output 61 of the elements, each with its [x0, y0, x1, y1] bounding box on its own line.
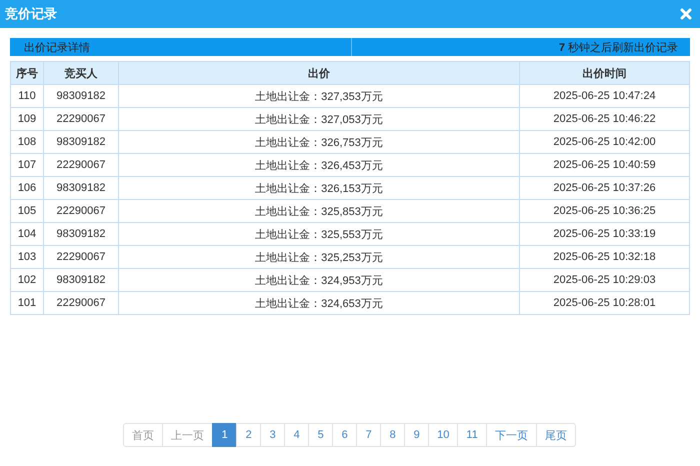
- table-cell: 2025-06-25 10:33:19: [520, 222, 690, 246]
- table-cell: 2025-06-25 10:47:24: [520, 84, 690, 108]
- page-button[interactable]: 2: [236, 423, 262, 447]
- table-cell: 22290067: [44, 108, 118, 130]
- table-cell: 土地出让金：325,253万元: [118, 246, 520, 268]
- table-cell: 土地出让金：325,853万元: [118, 200, 520, 222]
- table-cell: 2025-06-25 10:28:01: [520, 292, 690, 314]
- table-cell: 109: [10, 108, 44, 130]
- table-cell: 98309182: [44, 176, 118, 200]
- table-cell: 102: [10, 268, 44, 292]
- table-cell: 土地出让金：327,053万元: [118, 108, 520, 130]
- page-button[interactable]: 5: [308, 423, 334, 447]
- table-cell: 104: [10, 222, 44, 246]
- table-cell: 土地出让金：326,453万元: [118, 154, 520, 176]
- column-header: 竞买人: [44, 62, 118, 84]
- column-header: 序号: [10, 62, 44, 84]
- page-button[interactable]: 尾页: [536, 423, 576, 447]
- page-button[interactable]: 6: [332, 423, 358, 447]
- table-cell: 98309182: [44, 130, 118, 154]
- table-cell: 2025-06-25 10:32:18: [520, 246, 690, 268]
- table-cell: 土地出让金：324,953万元: [118, 268, 520, 292]
- table-cell: 98309182: [44, 268, 118, 292]
- table-cell: 98309182: [44, 222, 118, 246]
- table-cell: 22290067: [44, 200, 118, 222]
- table-cell: 2025-06-25 10:40:59: [520, 154, 690, 176]
- info-title: 出价记录详情: [24, 40, 90, 54]
- table-cell: 108: [10, 130, 44, 154]
- close-icon[interactable]: [680, 8, 692, 20]
- page-button[interactable]: 9: [404, 423, 430, 447]
- table-cell: 土地出让金：324,653万元: [118, 292, 520, 314]
- table-cell: 106: [10, 176, 44, 200]
- table-cell: 98309182: [44, 84, 118, 108]
- table-cell: 22290067: [44, 292, 118, 314]
- table-cell: 2025-06-25 10:42:00: [520, 130, 690, 154]
- table-cell: 土地出让金：326,153万元: [118, 176, 520, 200]
- column-header: 出价: [118, 62, 520, 84]
- page-button[interactable]: 8: [380, 423, 406, 447]
- table-cell: 22290067: [44, 246, 118, 268]
- table-cell: 2025-06-25 10:29:03: [520, 268, 690, 292]
- page-button[interactable]: 4: [284, 423, 310, 447]
- table-cell: 2025-06-25 10:37:26: [520, 176, 690, 200]
- table-cell: 22290067: [44, 154, 118, 176]
- table-cell: 105: [10, 200, 44, 222]
- table-cell: 土地出让金：327,353万元: [118, 84, 520, 108]
- table-cell: 土地出让金：325,553万元: [118, 222, 520, 246]
- page-button[interactable]: 下一页: [486, 423, 537, 447]
- page-button[interactable]: 7: [356, 423, 382, 447]
- table-cell: 110: [10, 84, 44, 108]
- table-cell: 101: [10, 292, 44, 314]
- table-cell: 土地出让金：326,753万元: [118, 130, 520, 154]
- table-cell: 2025-06-25 10:46:22: [520, 108, 690, 130]
- page-button[interactable]: 3: [260, 423, 286, 447]
- table-cell: 107: [10, 154, 44, 176]
- table-cell: 2025-06-25 10:36:25: [520, 200, 690, 222]
- page-button[interactable]: 11: [457, 423, 487, 447]
- window-title: 竞价记录: [5, 5, 57, 23]
- column-header: 出价时间: [520, 62, 690, 84]
- page-button[interactable]: 10: [428, 423, 458, 447]
- page-button[interactable]: 1: [212, 423, 238, 447]
- table-cell: 103: [10, 246, 44, 268]
- refresh-countdown: 7 秒钟之后刷新出价记录: [558, 40, 678, 54]
